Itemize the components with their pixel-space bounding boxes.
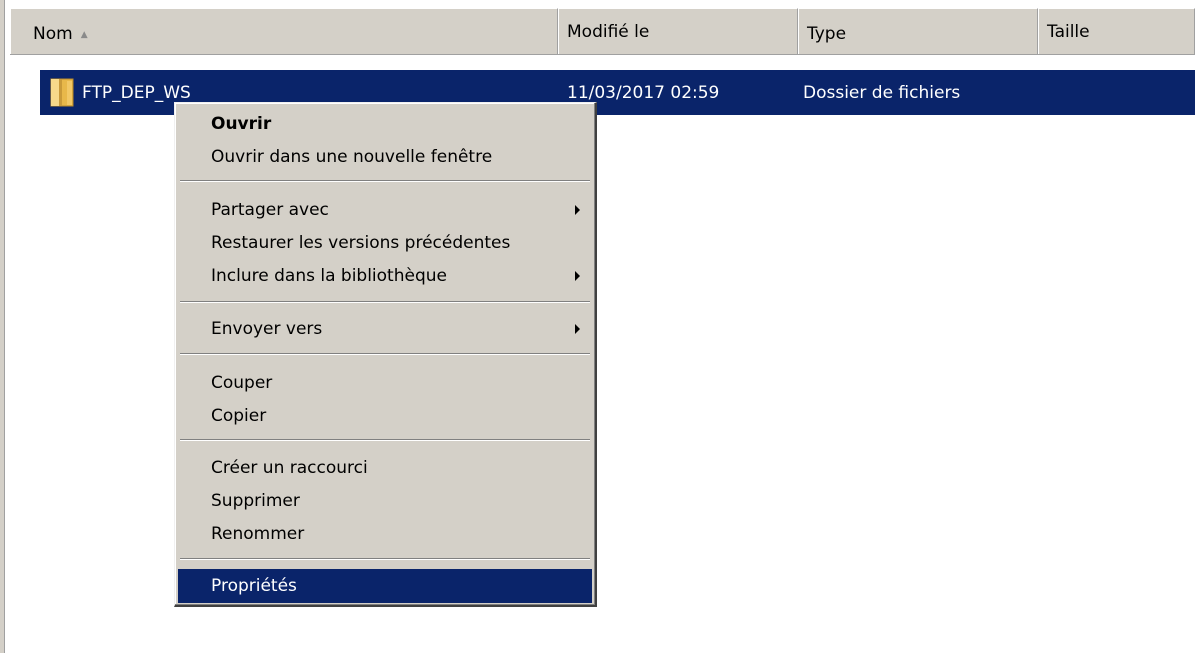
menu-item-send-to-label: Envoyer vers [211, 319, 323, 339]
column-header-row: Nom ▲ Modifié le Type Taille [10, 8, 1195, 55]
file-type: Dossier de fichiers [803, 83, 961, 103]
menu-item-restore-versions[interactable]: Restaurer les versions précédentes [178, 226, 592, 260]
menu-separator [180, 558, 590, 560]
menu-item-copy[interactable]: Copier [178, 399, 592, 433]
context-menu: Ouvrir Ouvrir dans une nouvelle fenêtre … [174, 102, 597, 607]
menu-item-open-new-window[interactable]: Ouvrir dans une nouvelle fenêtre [178, 140, 592, 174]
column-header-type[interactable]: Type [798, 8, 1038, 54]
column-header-modified-label: Modifié le [567, 22, 650, 42]
menu-item-create-shortcut[interactable]: Créer un raccourci [178, 451, 592, 485]
submenu-arrow-icon [575, 271, 580, 281]
explorer-window: Nom ▲ Modifié le Type Taille FTP_DEP_WS 1… [0, 0, 1195, 653]
column-header-name[interactable]: Nom ▲ [10, 8, 558, 54]
menu-item-include-library-label: Inclure dans la bibliothèque [211, 266, 447, 286]
column-header-size-label: Taille [1047, 22, 1090, 42]
menu-separator [180, 301, 590, 303]
column-header-modified[interactable]: Modifié le [558, 8, 798, 54]
menu-separator [180, 353, 590, 355]
column-header-type-label: Type [807, 24, 847, 44]
menu-item-delete[interactable]: Supprimer [178, 484, 592, 518]
menu-item-include-library[interactable]: Inclure dans la bibliothèque [178, 259, 592, 293]
menu-item-cut[interactable]: Couper [178, 366, 592, 400]
menu-separator [180, 439, 590, 441]
menu-item-open[interactable]: Ouvrir [178, 107, 592, 141]
menu-item-share-with[interactable]: Partager avec [178, 193, 592, 227]
column-header-size[interactable]: Taille [1038, 8, 1195, 54]
menu-item-rename[interactable]: Renommer [178, 517, 592, 551]
submenu-arrow-icon [575, 324, 580, 334]
folder-icon [50, 78, 74, 107]
column-header-name-label: Nom [33, 24, 73, 44]
menu-item-share-with-label: Partager avec [211, 200, 329, 220]
menu-item-properties[interactable]: Propriétés [178, 569, 592, 603]
menu-separator [180, 180, 590, 182]
menu-item-send-to[interactable]: Envoyer vers [178, 312, 592, 346]
sort-ascending-icon: ▲ [80, 30, 88, 40]
left-pane-edge [0, 0, 5, 653]
submenu-arrow-icon [575, 205, 580, 215]
